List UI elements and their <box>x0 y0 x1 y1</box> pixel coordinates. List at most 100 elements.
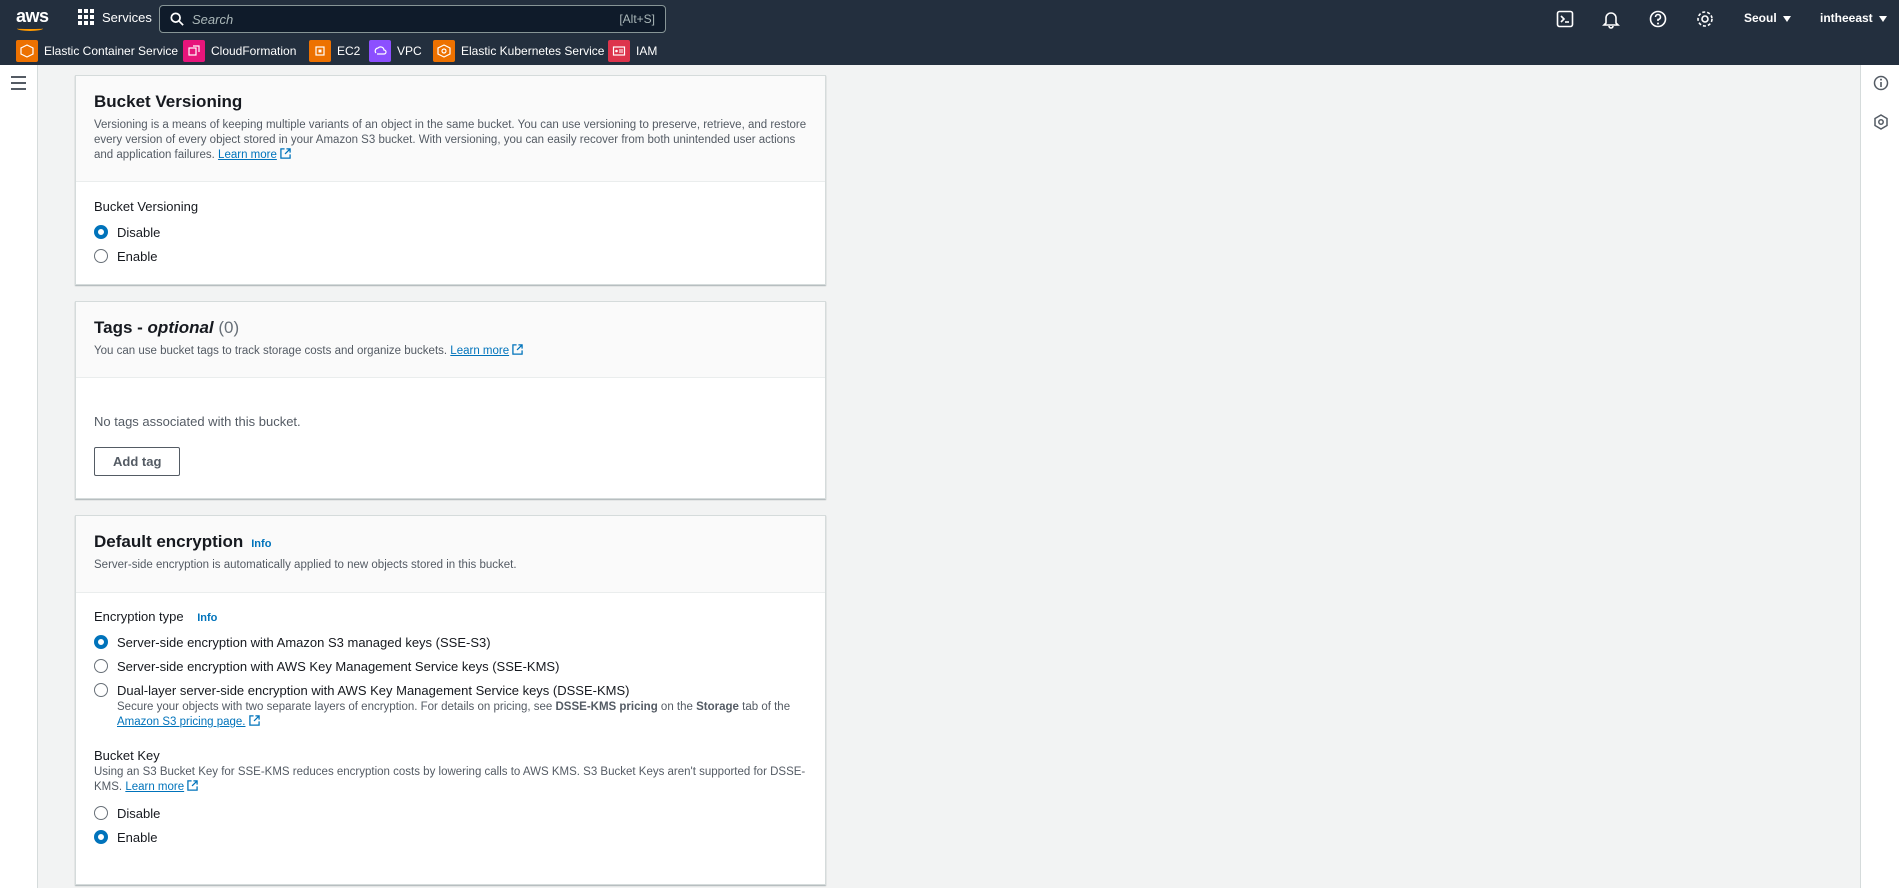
hexagon-settings-icon[interactable] <box>1873 114 1889 130</box>
favorite-label: Elastic Kubernetes Service <box>461 44 605 58</box>
container-icon <box>16 40 38 62</box>
radio-label: Server-side encryption with Amazon S3 ma… <box>117 634 491 650</box>
panel-description: You can use bucket tags to track storage… <box>94 344 807 359</box>
aws-smile-icon <box>17 26 43 31</box>
external-link-icon <box>187 780 198 791</box>
left-side-rail <box>0 65 38 888</box>
account-label: intheeast <box>1820 11 1873 25</box>
caret-down-icon <box>1782 15 1791 22</box>
panel-title: Tags - optional (0) <box>94 318 807 338</box>
favorite-ec2[interactable]: EC2 <box>309 40 360 62</box>
info-circle-icon[interactable] <box>1873 75 1889 91</box>
external-link-icon <box>248 715 260 726</box>
grid-icon <box>78 9 94 25</box>
bucket-key-option-enable[interactable]: Enable <box>94 825 807 849</box>
account-menu[interactable]: intheeast <box>1820 11 1887 25</box>
versioning-field-label: Bucket Versioning <box>94 199 199 214</box>
no-tags-message: No tags associated with this bucket. <box>94 414 301 429</box>
dsse-desc-text: on the <box>657 701 697 713</box>
encryption-option-sse-kms[interactable]: Server-side encryption with AWS Key Mana… <box>94 654 807 678</box>
cloudshell-icon[interactable] <box>1555 9 1575 29</box>
radio-label: Disable <box>117 805 161 821</box>
versioning-description: Versioning is a means of keeping multipl… <box>94 119 807 161</box>
tags-description: You can use bucket tags to track storage… <box>94 345 448 357</box>
notifications-bell-icon[interactable] <box>1601 9 1621 29</box>
radio-unselected[interactable] <box>94 249 108 263</box>
dsse-desc-bold: DSSE-KMS pricing <box>555 701 658 713</box>
search-icon <box>170 12 184 26</box>
hamburger-menu-icon[interactable] <box>11 76 26 94</box>
radio-selected[interactable] <box>94 635 108 649</box>
radio-selected[interactable] <box>94 830 108 844</box>
favorite-vpc[interactable]: VPC <box>369 40 422 62</box>
encryption-type-label: Encryption type <box>94 609 184 624</box>
favorite-label: VPC <box>397 44 422 58</box>
radio-unselected[interactable] <box>94 806 108 820</box>
search-input[interactable] <box>192 9 572 29</box>
encryption-option-dsse-kms[interactable]: Dual-layer server-side encryption with A… <box>94 678 807 702</box>
tags-panel: Tags - optional (0) You can use bucket t… <box>75 301 826 499</box>
favorite-label: CloudFormation <box>211 44 297 58</box>
radio-unselected[interactable] <box>94 659 108 673</box>
panel-header: Bucket Versioning Versioning is a means … <box>76 76 825 182</box>
panel-header: Default encryption Info Server-side encr… <box>76 516 825 593</box>
help-icon[interactable] <box>1648 9 1668 29</box>
radio-label: Server-side encryption with AWS Key Mana… <box>117 658 560 674</box>
tags-count: (0) <box>218 318 240 337</box>
kubernetes-icon <box>433 40 455 62</box>
bucket-key-desc-text: Using an S3 Bucket Key for SSE-KMS reduc… <box>94 766 806 793</box>
vpc-icon <box>369 40 391 62</box>
radio-selected[interactable] <box>94 225 108 239</box>
encryption-option-sse-s3[interactable]: Server-side encryption with Amazon S3 ma… <box>94 630 807 654</box>
versioning-option-disable[interactable]: Disable <box>94 220 807 244</box>
favorite-elastic-kubernetes-service[interactable]: Elastic Kubernetes Service <box>433 40 604 62</box>
dsse-desc-text: Secure your objects with two separate la… <box>117 701 556 713</box>
bucket-key-label: Bucket Key <box>94 748 160 763</box>
panel-body: No tags associated with this bucket. Add… <box>76 378 825 494</box>
region-selector[interactable]: Seoul <box>1744 11 1791 25</box>
panel-header: Tags - optional (0) You can use bucket t… <box>76 302 825 378</box>
external-link-icon <box>280 148 291 159</box>
tags-title: Tags - <box>94 318 143 337</box>
settings-gear-icon[interactable] <box>1695 9 1715 29</box>
right-side-rail <box>1860 65 1899 888</box>
encryption-description: Server-side encryption is automatically … <box>94 559 517 571</box>
s3-pricing-link[interactable]: Amazon S3 pricing page. <box>117 716 246 728</box>
versioning-title: Bucket Versioning <box>94 92 243 111</box>
services-label: Services <box>102 9 152 25</box>
radio-label: Dual-layer server-side encryption with A… <box>117 682 630 698</box>
radio-label: Disable <box>117 224 161 240</box>
versioning-option-enable[interactable]: Enable <box>94 244 807 268</box>
services-menu-button[interactable]: Services <box>78 9 152 25</box>
panel-title: Default encryption Info <box>94 532 807 552</box>
add-tag-button[interactable]: Add tag <box>94 447 181 476</box>
bucket-versioning-panel: Bucket Versioning Versioning is a means … <box>75 75 826 285</box>
panel-body: Encryption type Info Server-side encrypt… <box>76 593 825 867</box>
search-shortcut-hint: [Alt+S] <box>619 12 655 26</box>
favorite-label: IAM <box>636 44 658 58</box>
caret-down-icon <box>1878 15 1887 22</box>
bucket-key-description: Using an S3 Bucket Key for SSE-KMS reduc… <box>94 765 807 795</box>
radio-unselected[interactable] <box>94 683 108 697</box>
aws-logo-text: aws <box>16 6 49 26</box>
info-link[interactable]: Info <box>251 538 271 550</box>
dsse-description: Secure your objects with two separate la… <box>117 700 807 730</box>
encryption-title: Default encryption <box>94 532 244 551</box>
panel-description: Versioning is a means of keeping multipl… <box>94 118 807 163</box>
favorite-label: Elastic Container Service <box>44 44 179 58</box>
region-label: Seoul <box>1744 11 1777 25</box>
radio-label: Enable <box>117 829 158 845</box>
aws-logo[interactable]: aws <box>16 6 49 31</box>
favorite-elastic-container-service[interactable]: Elastic Container Service <box>16 40 178 62</box>
learn-more-link[interactable]: Learn more <box>125 781 184 793</box>
info-link[interactable]: Info <box>197 612 217 624</box>
bucket-key-option-disable[interactable]: Disable <box>94 801 807 825</box>
learn-more-link[interactable]: Learn more <box>218 149 277 161</box>
panel-title: Bucket Versioning <box>94 92 807 112</box>
favorite-iam[interactable]: IAM <box>608 40 657 62</box>
top-navigation: aws Services [Alt+S] Seoul intheeast <box>0 0 1899 37</box>
ec2-icon <box>309 40 331 62</box>
encryption-type-label-row: Encryption type Info <box>94 609 807 624</box>
favorite-cloudformation[interactable]: CloudFormation <box>183 40 296 62</box>
learn-more-link[interactable]: Learn more <box>450 345 509 357</box>
